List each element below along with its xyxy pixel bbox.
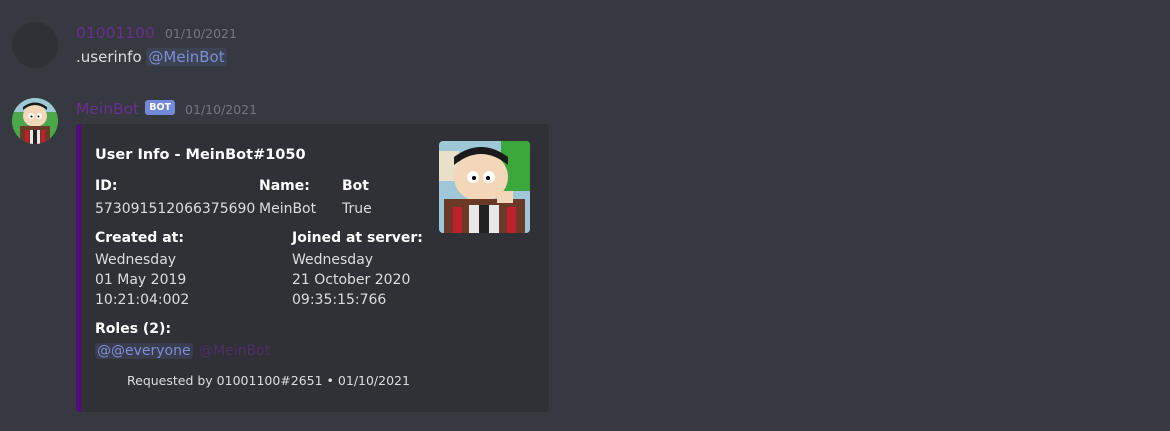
timestamp: 01/10/2021 — [164, 25, 237, 41]
field-joined-time: 09:35:15:766 — [292, 292, 387, 308]
field-joined-label: Joined at server: — [292, 230, 423, 246]
field-id-value: 573091512066375690 — [95, 201, 256, 217]
field-roles-label: Roles (2): — [95, 321, 172, 337]
bot-tag-badge: BOT — [145, 99, 176, 115]
field-joined-day: Wednesday — [292, 252, 374, 268]
mention-meinbot[interactable]: @MeinBot — [146, 48, 227, 66]
field-created-date: 01 May 2019 — [95, 272, 187, 288]
field-created-label: Created at: — [95, 230, 184, 246]
bot-avatar[interactable] — [12, 98, 58, 144]
field-bot-label: Bot — [342, 178, 369, 194]
timestamp: 01/10/2021 — [185, 101, 258, 117]
embed-footer: Requested by 01001100#2651 • 01/10/2021 — [127, 373, 410, 388]
field-id-label: ID: — [95, 178, 118, 194]
cartoon-avatar-icon — [12, 98, 58, 144]
role-everyone-mention[interactable]: @@everyone — [95, 343, 193, 359]
embed-title: User Info - MeinBot#1050 — [95, 147, 306, 163]
field-name-label: Name: — [259, 178, 310, 194]
bot-username[interactable]: MeinBot — [76, 100, 139, 118]
message-content: .userinfo @MeinBot — [76, 48, 227, 66]
user-avatar[interactable] — [12, 22, 58, 68]
footer-avatar-icon — [99, 372, 119, 392]
field-joined-date: 21 October 2020 — [292, 272, 411, 288]
field-created-time: 10:21:04:002 — [95, 292, 190, 308]
roles-list: @@everyone @MeinBot — [95, 341, 272, 361]
message-header: MeinBot BOT 01/10/2021 — [76, 98, 257, 120]
field-bot-value: True — [342, 201, 372, 217]
cartoon-thumbnail-icon — [439, 141, 530, 233]
message-header: 01001100 01/10/2021 — [76, 22, 237, 44]
username[interactable]: 01001100 — [76, 24, 155, 42]
role-meinbot-mention[interactable]: @MeinBot — [197, 343, 272, 359]
embed-thumbnail[interactable] — [439, 141, 530, 233]
userinfo-embed: User Info - MeinBot#1050 ID: 57309151206… — [76, 124, 549, 412]
command-text: .userinfo — [76, 48, 142, 66]
field-created-day: Wednesday — [95, 252, 177, 268]
field-name-value: MeinBot — [259, 201, 317, 217]
